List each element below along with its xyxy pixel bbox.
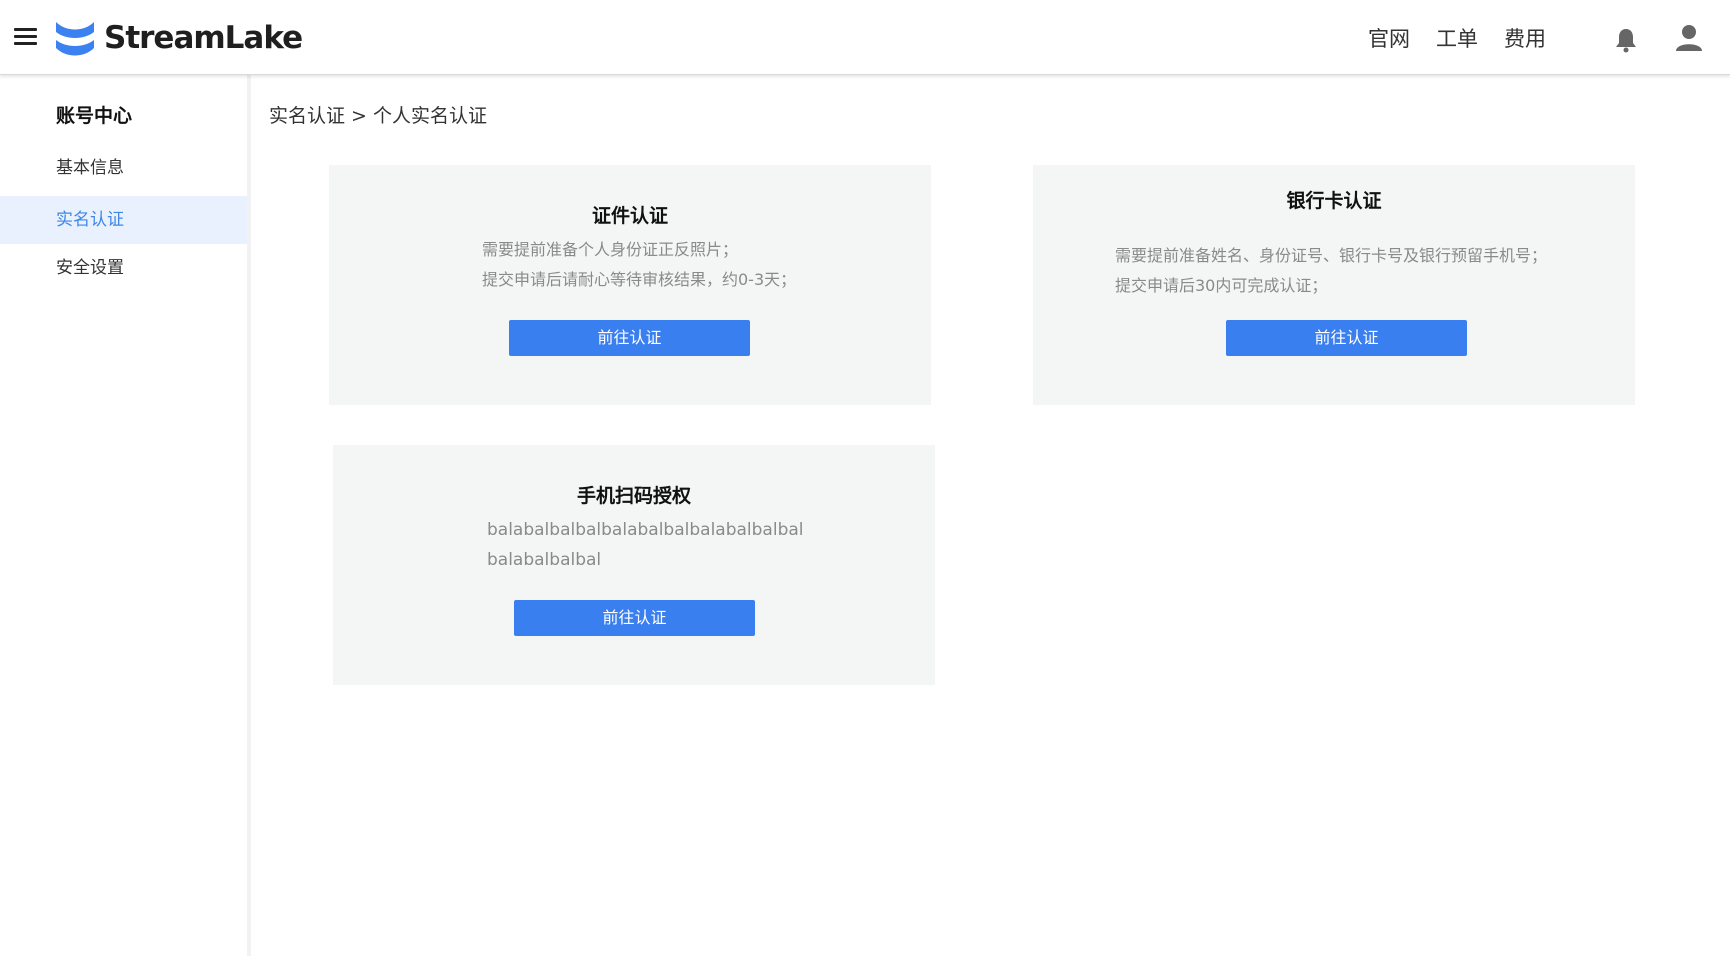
card-description: 需要提前准备姓名、身份证号、银行卡号及银行预留手机号； 提交申请后30内可完成认… bbox=[1115, 241, 1547, 301]
user-avatar-icon[interactable] bbox=[1674, 24, 1704, 52]
card-description: balabalbalbalbalabalbalbalabalbalbal bal… bbox=[487, 515, 804, 575]
sidebar: 账号中心 基本信息 实名认证 安全设置 bbox=[0, 75, 251, 956]
nav-billing[interactable]: 费用 bbox=[1504, 24, 1546, 54]
top-bar: StreamLake 官网 工单 费用 bbox=[0, 0, 1730, 75]
logo-text: StreamLake bbox=[104, 20, 303, 56]
menu-icon[interactable] bbox=[14, 27, 38, 47]
card-desc-line: 提交申请后请耐心等待审核结果，约0-3天； bbox=[482, 270, 797, 289]
card-qr-authorization: 手机扫码授权 balabalbalbalbalabalbalbalabalbal… bbox=[333, 445, 935, 685]
card-title: 银行卡认证 bbox=[1286, 190, 1382, 212]
verify-button[interactable]: 前往认证 bbox=[509, 320, 750, 356]
sidebar-item-real-name[interactable]: 实名认证 bbox=[0, 196, 247, 244]
breadcrumb: 实名认证 > 个人实名认证 bbox=[269, 105, 487, 127]
card-desc-line: balabalbalbal bbox=[487, 550, 602, 570]
verify-button[interactable]: 前往认证 bbox=[514, 600, 755, 636]
top-nav: 官网 工单 费用 bbox=[1342, 24, 1546, 54]
card-bank-verification: 银行卡认证 需要提前准备姓名、身份证号、银行卡号及银行预留手机号； 提交申请后3… bbox=[1033, 165, 1635, 405]
nav-tickets[interactable]: 工单 bbox=[1436, 24, 1478, 54]
verify-button[interactable]: 前往认证 bbox=[1226, 320, 1467, 356]
logo[interactable]: StreamLake bbox=[54, 16, 303, 60]
card-title: 手机扫码授权 bbox=[576, 485, 691, 507]
bell-icon[interactable] bbox=[1614, 27, 1638, 53]
sidebar-item-security[interactable]: 安全设置 bbox=[0, 244, 247, 292]
card-desc-line: 需要提前准备姓名、身份证号、银行卡号及银行预留手机号； bbox=[1115, 246, 1548, 265]
card-description: 需要提前准备个人身份证正反照片； 提交申请后请耐心等待审核结果，约0-3天； bbox=[482, 235, 796, 295]
nav-official-site[interactable]: 官网 bbox=[1368, 24, 1410, 54]
sidebar-title: 账号中心 bbox=[56, 105, 133, 127]
card-title: 证件认证 bbox=[591, 205, 668, 227]
card-id-verification: 证件认证 需要提前准备个人身份证正反照片； 提交申请后请耐心等待审核结果，约0-… bbox=[329, 165, 931, 405]
sidebar-item-basic-info[interactable]: 基本信息 bbox=[0, 144, 247, 192]
card-desc-line: 需要提前准备个人身份证正反照片； bbox=[482, 240, 739, 259]
card-desc-line: 提交申请后30内可完成认证； bbox=[1115, 276, 1328, 295]
card-desc-line: balabalbalbalbalabalbalbalabalbalbal bbox=[487, 520, 804, 540]
streamlake-logo-icon bbox=[56, 22, 94, 56]
